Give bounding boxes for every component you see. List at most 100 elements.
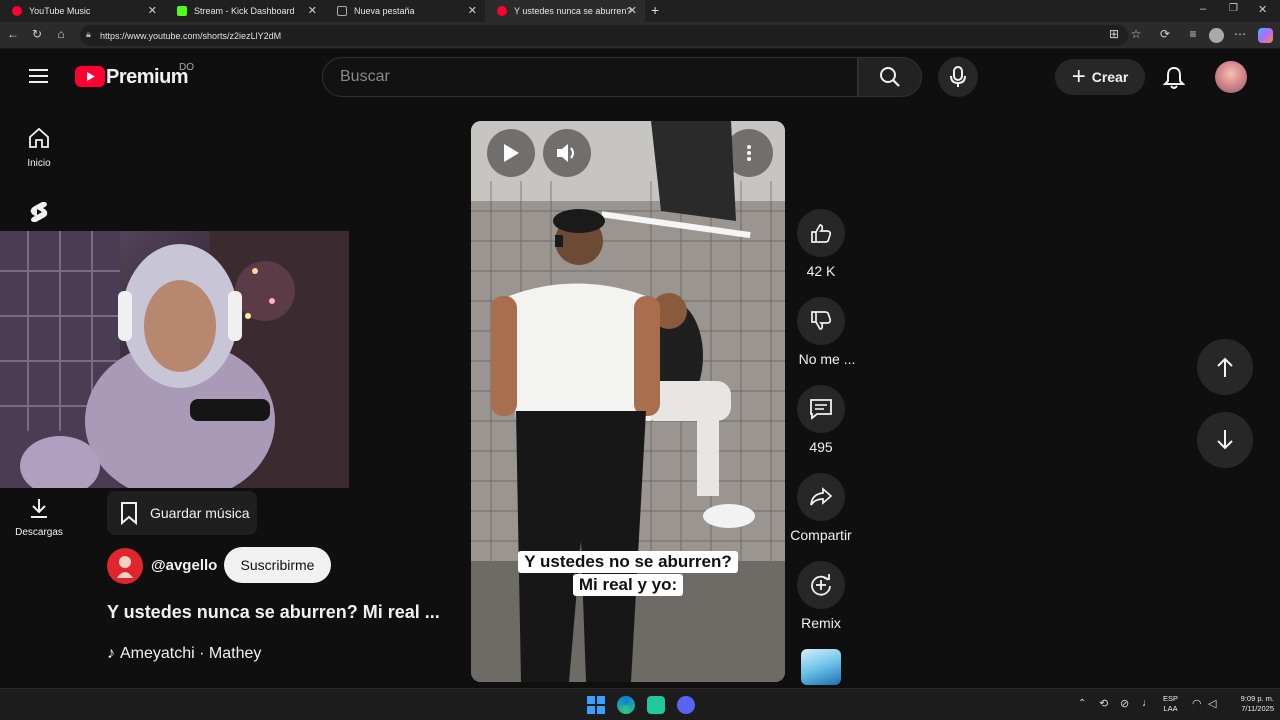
search-placeholder: Buscar <box>340 68 390 85</box>
logo-text: Premium <box>106 66 189 88</box>
music-credit[interactable]: ♪ Ameyatchi · Mathey <box>107 645 261 663</box>
home-icon[interactable]: ⌂ <box>53 27 69 41</box>
tab-youtube-music[interactable]: YouTube Music ✕ <box>0 0 165 22</box>
subscribe-label: Suscribirme <box>240 557 315 573</box>
tab-new-tab[interactable]: Nueva pestaña ✕ <box>325 0 485 22</box>
youtube-icon <box>497 6 507 16</box>
restore-icon[interactable]: ❐ <box>1229 3 1238 14</box>
new-tab-icon[interactable]: + <box>651 2 659 18</box>
search-input[interactable]: Buscar <box>322 57 858 97</box>
minimize-icon[interactable]: – <box>1200 3 1206 15</box>
camera-off-icon[interactable]: ⊘ <box>1120 697 1129 710</box>
previous-short-button[interactable] <box>1197 339 1253 395</box>
mic-tray-icon[interactable]: ♩ <box>1142 697 1153 709</box>
video-title[interactable]: Y ustedes nunca se aburren? Mi real ... <box>107 602 440 623</box>
favorites-icon[interactable]: ≡ <box>1185 27 1201 41</box>
more-menu-icon[interactable]: ⋯ <box>1232 27 1248 41</box>
tab-kick-dashboard[interactable]: Stream - Kick Dashboard ✕ <box>165 0 325 22</box>
play-icon <box>504 144 519 162</box>
lock-icon: 🔒︎ <box>86 29 91 39</box>
tab-label: Y ustedes nunca se aburren? Mi r <box>514 6 634 16</box>
windows-start-icon[interactable] <box>587 696 605 714</box>
remix-button[interactable] <box>797 561 845 609</box>
close-tab-icon[interactable]: ✕ <box>628 4 637 17</box>
wifi-icon[interactable]: ◠ <box>1192 697 1202 710</box>
arrow-up-icon <box>1217 357 1233 377</box>
extensions-icon[interactable]: ⟳ <box>1157 27 1173 41</box>
video-frame <box>471 121 785 682</box>
comment-count: 495 <box>809 439 833 455</box>
close-tab-icon[interactable]: ✕ <box>148 4 157 17</box>
next-short-button[interactable] <box>1197 412 1253 468</box>
app-icon[interactable]: ⊞ <box>1106 27 1122 41</box>
dislike-label: No me ... <box>798 351 856 367</box>
streamer-webcam-image <box>0 231 349 488</box>
like-button[interactable] <box>797 209 845 257</box>
favorite-star-icon[interactable]: ☆ <box>1128 27 1144 41</box>
bookmark-icon <box>121 502 137 525</box>
play-button[interactable] <box>487 129 535 177</box>
plus-icon: + <box>1071 63 1086 90</box>
voice-search-button[interactable] <box>938 57 978 97</box>
tab-label: YouTube Music <box>29 6 91 16</box>
video-caption: Y ustedes no se aburren? Mi real y yo: <box>517 551 739 596</box>
volume-tray-icon[interactable]: ◁ <box>1208 697 1216 710</box>
menu-icon[interactable] <box>29 68 48 84</box>
address-bar[interactable]: 🔒︎ https://www.youtube.com/shorts/z2iezL… <box>80 25 1128 46</box>
youtube-premium-logo[interactable] <box>75 66 105 92</box>
notifications-bell-icon[interactable] <box>1162 66 1186 95</box>
sync-icon[interactable]: ⟲ <box>1099 697 1108 710</box>
window-close-icon[interactable]: ✕ <box>1258 3 1267 16</box>
url-text: https://www.youtube.com/shorts/z2iezLlY2… <box>100 30 282 41</box>
language-indicator[interactable]: ESP LAA <box>1163 694 1178 714</box>
dislike-button[interactable] <box>797 297 845 345</box>
country-code: DO <box>179 62 194 73</box>
thumbs-down-icon <box>811 311 832 330</box>
page-icon <box>337 6 347 16</box>
sidebar-item-home[interactable]: Inicio <box>0 126 78 169</box>
home-icon <box>29 127 49 148</box>
save-music-button[interactable]: Guardar música <box>107 491 257 535</box>
sidebar-item-shorts[interactable] <box>0 200 78 227</box>
subscribe-button[interactable]: Suscribirme <box>224 547 331 583</box>
shorts-icon <box>30 202 48 222</box>
more-options-button[interactable] <box>725 129 773 177</box>
close-tab-icon[interactable]: ✕ <box>468 4 477 17</box>
tab-youtube-short[interactable]: Y ustedes nunca se aburren? Mi r ✕ <box>485 0 645 22</box>
refresh-icon[interactable]: ↻ <box>29 27 45 41</box>
create-button[interactable]: + Crear <box>1055 59 1145 95</box>
windows-taskbar: ⌃ ⟲ ⊘ ♩ ESP LAA ◠ ◁ 9:09 p. m. 7/11/2025 <box>0 688 1280 720</box>
clock[interactable]: 9:09 p. m. 7/11/2025 <box>1224 694 1274 714</box>
kick-icon <box>177 6 187 16</box>
comments-button[interactable] <box>797 385 845 433</box>
youtube-header: Premium DO Buscar + Crear <box>0 49 1280 106</box>
language-code: ESP <box>1163 694 1179 703</box>
show-hidden-icons-icon[interactable]: ⌃ <box>1078 698 1086 709</box>
browser-tab-strip: YouTube Music ✕ Stream - Kick Dashboard … <box>0 0 1280 22</box>
create-label: Crear <box>1091 69 1129 85</box>
arrow-down-icon <box>1217 430 1233 450</box>
back-icon[interactable]: ← <box>5 27 21 41</box>
short-video-player[interactable]: Y ustedes no se aburren? Mi real y yo: <box>471 121 785 682</box>
thumbs-up-icon <box>811 224 832 243</box>
copilot-icon[interactable] <box>1258 28 1273 43</box>
tab-label: Nueva pestaña <box>354 6 415 16</box>
channel-avatar[interactable] <box>107 548 143 584</box>
profile-avatar-icon[interactable] <box>1209 28 1224 43</box>
sidebar-item-downloads[interactable]: Descargas <box>0 497 78 538</box>
share-label: Compartir <box>790 527 852 543</box>
share-button[interactable] <box>797 473 845 521</box>
discord-icon[interactable] <box>677 696 695 714</box>
remix-label: Remix <box>801 615 841 631</box>
sound-thumbnail[interactable] <box>801 649 841 685</box>
youtube-logo-icon <box>75 66 105 87</box>
close-tab-icon[interactable]: ✕ <box>308 4 317 17</box>
user-avatar[interactable] <box>1215 61 1247 93</box>
like-count: 42 K <box>806 263 836 279</box>
edge-browser-icon[interactable] <box>617 696 635 714</box>
clock-time: 9:09 p. m. <box>1240 694 1274 703</box>
volume-button[interactable] <box>543 129 591 177</box>
search-button[interactable] <box>858 57 922 97</box>
app-icon[interactable] <box>647 696 665 714</box>
channel-handle[interactable]: @avgello <box>151 557 217 574</box>
